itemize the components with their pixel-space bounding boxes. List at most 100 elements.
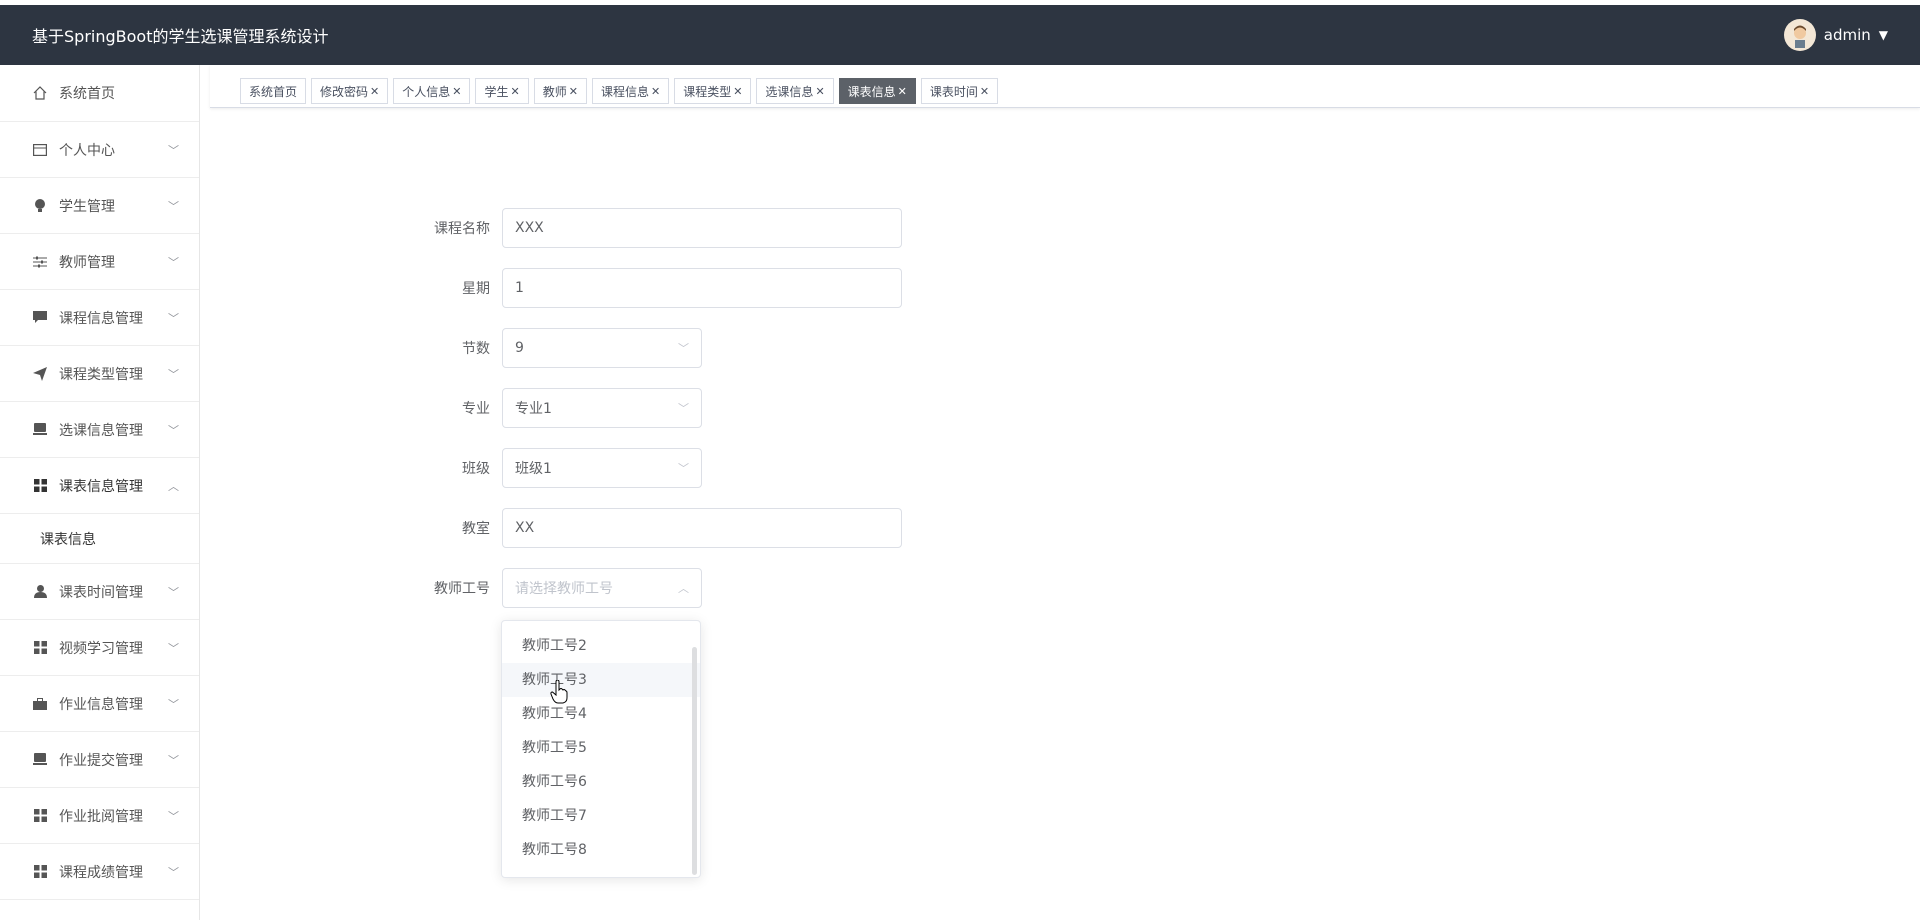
teacher-id-select[interactable]: 请选择教师工号 ︿ <box>502 568 702 608</box>
caret-down-icon: ▼ <box>1878 28 1888 42</box>
home-icon <box>31 86 49 100</box>
tab-timetable-info[interactable]: 课表信息 ✕ <box>838 78 916 104</box>
teacher-id-dropdown: 教师工号2 教师工号3 教师工号4 教师工号5 教师工号6 教师工号7 教师工号… <box>501 620 701 878</box>
section-select[interactable]: 9 ﹀ <box>502 328 702 368</box>
tab-personal-info[interactable]: 个人信息 ✕ <box>393 78 471 104</box>
sidebar-item-label: 作业提交管理 <box>59 752 143 769</box>
sidebar-item-students[interactable]: 学生管理 ﹀ <box>0 178 199 234</box>
chevron-down-icon: ﹀ <box>168 311 179 325</box>
chevron-down-icon: ﹀ <box>168 199 179 213</box>
tab-home[interactable]: 系统首页 <box>240 78 307 104</box>
close-icon[interactable]: ✕ <box>815 85 824 98</box>
tab-course-selection[interactable]: 选课信息 ✕ <box>756 78 834 104</box>
sidebar-item-course-selection[interactable]: 选课信息管理 ﹀ <box>0 402 199 458</box>
send-icon <box>31 366 49 381</box>
chevron-down-icon: ﹀ <box>678 342 689 355</box>
sidebar-item-course-grades[interactable]: 课程成绩管理 ﹀ <box>0 844 199 900</box>
tab-label: 系统首页 <box>249 84 298 99</box>
chevron-down-icon: ﹀ <box>168 865 179 879</box>
form-row-course-name: 课程名称 XXX <box>420 208 902 248</box>
classroom-input[interactable]: XX <box>502 508 902 548</box>
course-name-input[interactable]: XXX <box>502 208 902 248</box>
briefcase-icon <box>31 697 49 710</box>
sidebar-item-course-info[interactable]: 课程信息管理 ﹀ <box>0 290 199 346</box>
dropdown-option[interactable]: 教师工号4 <box>502 697 700 731</box>
sidebar-item-course-type[interactable]: 课程类型管理 ﹀ <box>0 346 199 402</box>
tab-timetable-time[interactable]: 课表时间 ✕ <box>920 78 999 104</box>
tab-label: 学生 <box>484 84 509 99</box>
class-select[interactable]: 班级1 ﹀ <box>502 448 702 488</box>
bulb-icon <box>31 198 49 213</box>
weekday-input[interactable]: 1 <box>502 268 902 308</box>
close-icon[interactable]: ✕ <box>511 85 520 98</box>
form-row-major: 专业 专业1 ﹀ <box>420 388 702 428</box>
sliders-icon <box>31 256 49 268</box>
sidebar-item-label: 系统首页 <box>59 86 115 102</box>
tab-teachers[interactable]: 教师 ✕ <box>533 78 587 104</box>
close-icon[interactable]: ✕ <box>733 85 742 98</box>
sidebar-item-label: 作业信息管理 <box>59 696 143 713</box>
select-value: 班级1 <box>515 461 552 477</box>
dropdown-option[interactable]: 教师工号6 <box>502 765 700 799</box>
user-menu[interactable]: admin ▼ <box>1783 19 1920 51</box>
sidebar-item-label: 作业批阅管理 <box>59 808 143 825</box>
close-icon[interactable]: ✕ <box>980 85 989 98</box>
chat-icon <box>31 311 49 324</box>
sidebar-item-label: 选课信息管理 <box>59 422 143 439</box>
username: admin <box>1823 26 1871 44</box>
sidebar-item-label: 课程类型管理 <box>59 366 143 383</box>
major-select[interactable]: 专业1 ﹀ <box>502 388 702 428</box>
sidebar-subitem-timetable-info[interactable]: 课表信息 <box>0 514 199 564</box>
close-icon[interactable]: ✕ <box>569 85 578 98</box>
form-row-weekday: 星期 1 <box>420 268 902 308</box>
sidebar-item-homework-review[interactable]: 作业批阅管理 ﹀ <box>0 788 199 844</box>
grid-icon <box>31 479 49 492</box>
select-placeholder: 请选择教师工号 <box>515 581 613 597</box>
chevron-down-icon: ﹀ <box>168 255 179 269</box>
form-row-section: 节数 9 ﹀ <box>420 328 702 368</box>
sidebar-item-homework-info[interactable]: 作业信息管理 ﹀ <box>0 676 199 732</box>
sidebar-item-homework-submit[interactable]: 作业提交管理 ﹀ <box>0 732 199 788</box>
app-title: 基于SpringBoot的学生选课管理系统设计 <box>32 27 329 46</box>
close-icon[interactable]: ✕ <box>370 85 379 98</box>
dropdown-top-clip <box>502 621 700 629</box>
chevron-up-icon: ︿ <box>168 479 179 493</box>
close-icon[interactable]: ✕ <box>651 85 660 98</box>
sidebar-item-home[interactable]: 系统首页 <box>0 65 199 122</box>
dropdown-option[interactable]: 教师工号8 <box>502 833 700 867</box>
dropdown-scrollbar[interactable] <box>692 647 697 875</box>
tab-course-info[interactable]: 课程信息 ✕ <box>591 78 670 104</box>
tab-course-type[interactable]: 课程类型 ✕ <box>674 78 752 104</box>
field-label: 班级 <box>462 461 490 477</box>
form-row-teacher-id: 教师工号 请选择教师工号 ︿ <box>420 568 702 608</box>
tab-label: 课程信息 <box>600 84 649 99</box>
dropdown-option[interactable]: 教师工号5 <box>502 731 700 765</box>
avatar <box>1783 19 1816 51</box>
sidebar-item-label: 视频学习管理 <box>59 640 143 657</box>
close-icon[interactable]: ✕ <box>898 85 907 98</box>
tab-students[interactable]: 学生 ✕ <box>475 78 529 104</box>
select-value: 专业1 <box>515 401 552 417</box>
sidebar-item-personal-center[interactable]: 个人中心 ﹀ <box>0 122 199 178</box>
sidebar-item-label: 个人中心 <box>59 142 115 159</box>
hand-cursor-icon <box>550 680 568 704</box>
sidebar-item-teachers[interactable]: 教师管理 ﹀ <box>0 234 199 290</box>
sidebar-item-label: 教师管理 <box>59 254 115 271</box>
tab-label: 个人信息 <box>402 84 451 99</box>
dropdown-option[interactable]: 教师工号7 <box>502 799 700 833</box>
field-label: 节数 <box>462 341 490 357</box>
chevron-down-icon: ﹀ <box>678 402 689 415</box>
field-label: 教室 <box>462 521 490 537</box>
select-value: 9 <box>515 340 524 356</box>
dropdown-option[interactable]: 教师工号2 <box>502 629 700 663</box>
sidebar-item-video-learning[interactable]: 视频学习管理 ﹀ <box>0 620 199 676</box>
sidebar-item-timetable-time[interactable]: 课表时间管理 ﹀ <box>0 564 199 620</box>
sidebar-item-timetable[interactable]: 课表信息管理 ︿ <box>0 458 199 514</box>
sidebar-item-label: 课表时间管理 <box>59 584 143 601</box>
tab-change-password[interactable]: 修改密码 ✕ <box>311 78 389 104</box>
field-label: 专业 <box>462 401 490 417</box>
sidebar-item-label: 课表信息管理 <box>59 478 143 495</box>
field-label: 星期 <box>462 281 490 297</box>
dropdown-option-hovered[interactable]: 教师工号3 <box>502 663 700 697</box>
close-icon[interactable]: ✕ <box>452 85 461 98</box>
